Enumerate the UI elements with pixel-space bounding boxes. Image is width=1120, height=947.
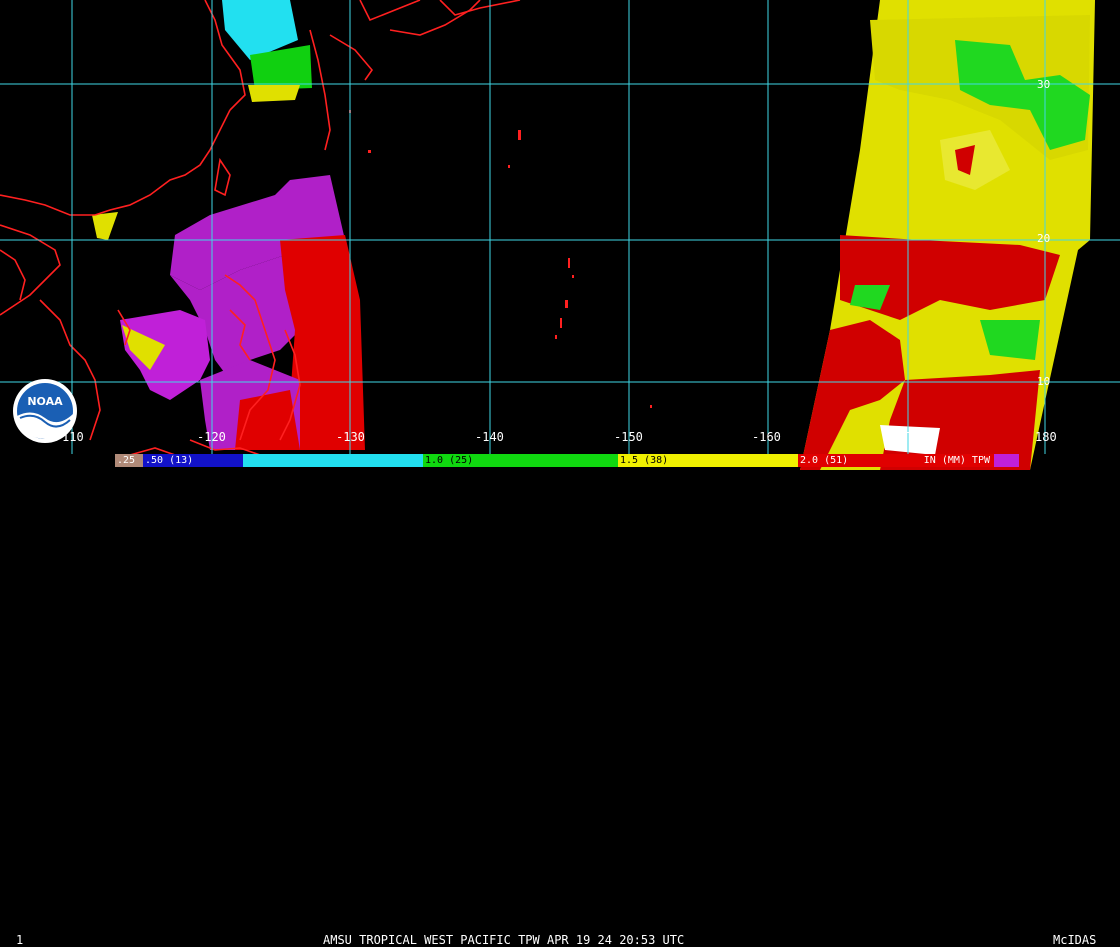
noaa-logo-icon: NOAA <box>13 379 77 443</box>
colorbar-seg-4: 1.5 (38) <box>618 454 798 467</box>
colorbar-label: 1.0 (25) <box>425 455 474 466</box>
colorbar: .25 (6) .50 (13) 1.0 (25) 1.5 (38) 2.0 (… <box>115 454 1019 467</box>
colorbar-seg-6 <box>994 454 1019 467</box>
colorbar-seg-3: 1.0 (25) <box>423 454 618 467</box>
lon-label-120: -120 <box>197 430 226 444</box>
lon-label-130: -130 <box>336 430 365 444</box>
colorbar-seg-1: .50 (13) <box>143 454 243 467</box>
lat-label-10: 10 <box>1037 375 1051 388</box>
colorbar-label: .50 (13) <box>145 455 194 466</box>
lat-label-30: 30 <box>1037 78 1051 91</box>
lon-label-170: -170 <box>892 430 921 444</box>
colorbar-label: 1.5 (38) <box>620 455 669 466</box>
lat-label-20: 20 <box>1037 232 1051 245</box>
mcidas-brand: McIDAS <box>1053 933 1097 947</box>
lon-label-160: -160 <box>752 430 781 444</box>
lon-label-180: 180 <box>1035 430 1057 444</box>
frame-number: 1 <box>16 933 24 947</box>
lon-label-150: -150 <box>614 430 643 444</box>
tpw-map <box>0 0 1120 480</box>
colorbar-label: 2.0 (51) <box>800 455 849 466</box>
image-title: AMSU TROPICAL WEST PACIFIC TPW APR 19 24… <box>323 933 685 947</box>
colorbar-unit: IN (MM) TPW <box>923 455 990 466</box>
caption-bar: 1 AMSU TROPICAL WEST PACIFIC TPW APR 19 … <box>0 467 1120 947</box>
lon-label-140: -140 <box>475 430 504 444</box>
colorbar-seg-0: .25 (6) <box>115 454 159 467</box>
noaa-logo-text: NOAA <box>27 395 63 408</box>
colorbar-seg-5: 2.0 (51) IN (MM) TPW <box>798 454 994 467</box>
colorbar-seg-2 <box>243 454 423 467</box>
